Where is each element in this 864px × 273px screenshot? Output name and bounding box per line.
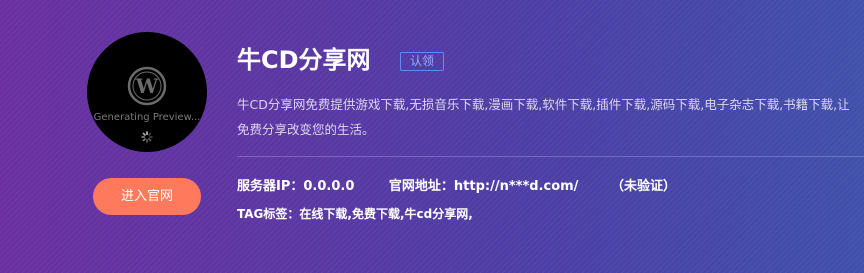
tag-row: TAG标签：在线下载,免费下载,牛cd分享网, [237,205,473,223]
site-banner: W Generating Preview... 进入官网 牛CD分享网 认领 牛 [0,0,864,273]
tag-link[interactable]: 牛cd分享网, [405,207,473,221]
site-title: 牛CD分享网 [237,46,371,74]
site-url-label: 官网地址： [388,179,454,194]
tag-link[interactable]: 免费下载, [352,207,405,221]
wordpress-icon: W [127,66,167,110]
site-info-row: 服务器IP：0.0.0.0 官网地址：http://n***d.com/ （未验… [237,177,676,197]
loading-spinner-icon [141,128,153,147]
claim-button[interactable]: 认领 [400,52,444,71]
preview-status-text: Generating Preview... [93,112,201,123]
verify-status: （未验证） [610,179,676,194]
server-ip-value: 0.0.0.0 [303,179,355,194]
tag-link[interactable]: 在线下载, [299,207,352,221]
site-description: 牛CD分享网免费提供游戏下载,无损音乐下载,漫画下载,软件下载,插件下载,源码下… [237,97,850,137]
server-ip-label: 服务器IP： [237,179,304,194]
enter-site-button[interactable]: 进入官网 [93,178,201,215]
site-avatar: W Generating Preview... [87,32,207,152]
site-url-link[interactable]: http://n***d.com/ [454,177,579,197]
svg-text:W: W [135,74,159,98]
divider [237,156,864,157]
tag-label: TAG标签： [237,207,300,221]
